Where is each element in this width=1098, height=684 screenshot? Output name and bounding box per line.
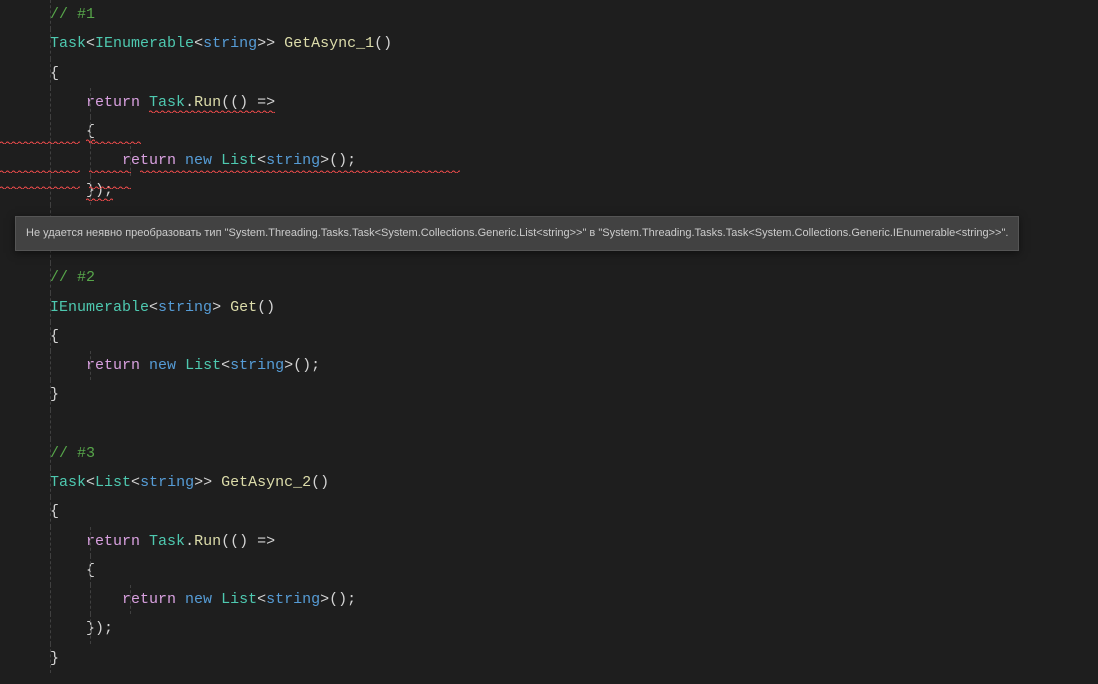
code-line[interactable]: {	[50, 322, 1098, 351]
code-line[interactable]: Task<IEnumerable<string>> GetAsync_1()	[50, 29, 1098, 58]
method-getasync2: GetAsync_2	[221, 474, 311, 491]
code-line[interactable]: // #1	[50, 0, 1098, 29]
code-line[interactable]: }	[50, 644, 1098, 673]
code-editor[interactable]: // #1 Task<IEnumerable<string>> GetAsync…	[0, 0, 1098, 673]
code-line[interactable]: {	[50, 59, 1098, 88]
error-tooltip: Не удается неявно преобразовать тип "Sys…	[15, 216, 1019, 251]
code-line[interactable]: });	[50, 614, 1098, 643]
code-line[interactable]	[50, 410, 1098, 439]
code-line[interactable]: return new List<string>();	[50, 146, 1098, 175]
type-task: Task	[50, 35, 86, 52]
code-line[interactable]: // #2	[50, 263, 1098, 292]
code-line[interactable]: {	[50, 556, 1098, 585]
keyword-string: string	[203, 35, 257, 52]
method-getasync1: GetAsync_1	[284, 35, 374, 52]
code-line[interactable]: return Task.Run(() =>	[50, 88, 1098, 117]
code-line[interactable]: }	[50, 380, 1098, 409]
code-line[interactable]: return new List<string>();	[50, 351, 1098, 380]
comment: // #3	[50, 445, 95, 462]
code-line[interactable]: });	[50, 176, 1098, 205]
comment: // #2	[50, 269, 95, 286]
type-ienumerable: IEnumerable	[95, 35, 194, 52]
code-line[interactable]: return Task.Run(() =>	[50, 527, 1098, 556]
code-line[interactable]: return new List<string>();	[50, 585, 1098, 614]
code-line[interactable]: // #3	[50, 439, 1098, 468]
keyword-return: return	[86, 94, 140, 111]
method-get: Get	[230, 299, 257, 316]
code-line[interactable]: IEnumerable<string> Get()	[50, 293, 1098, 322]
code-line[interactable]: {	[50, 117, 1098, 146]
code-line[interactable]: {	[50, 497, 1098, 526]
comment: // #1	[50, 6, 95, 23]
code-line[interactable]: Task<List<string>> GetAsync_2()	[50, 468, 1098, 497]
tooltip-text: Не удается неявно преобразовать тип "Sys…	[26, 227, 1008, 239]
